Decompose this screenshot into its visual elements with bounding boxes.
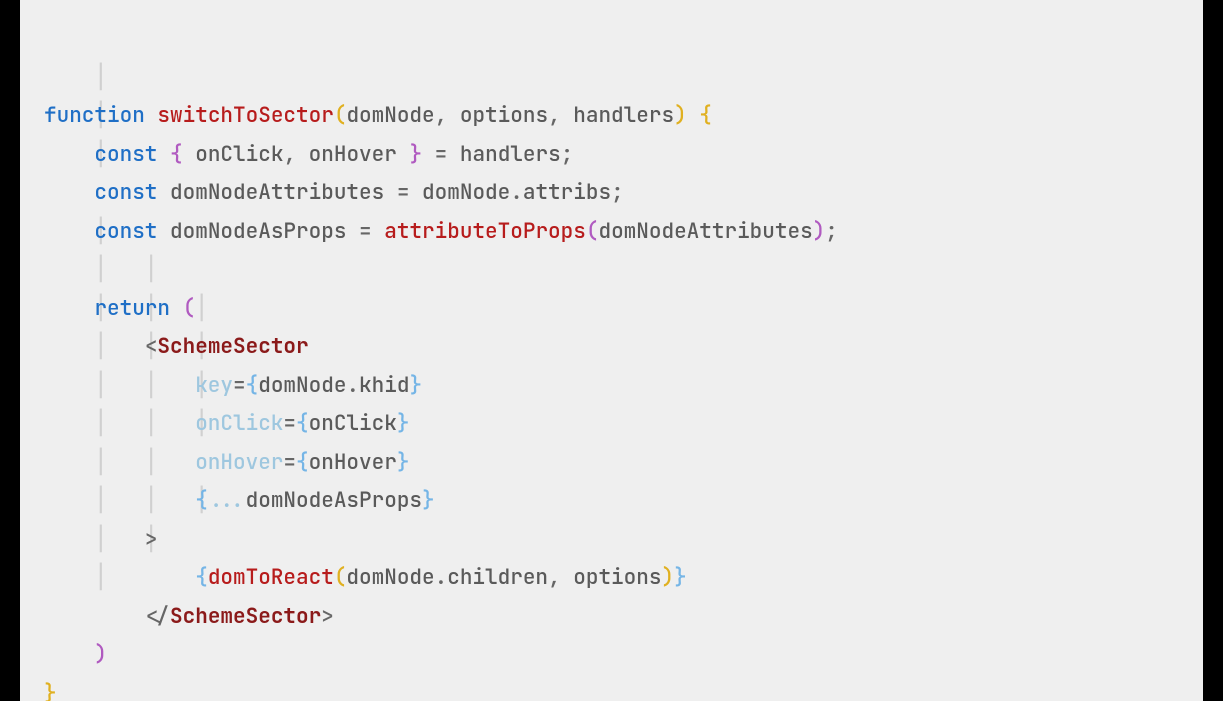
identifier: domNodeAttributes bbox=[170, 179, 384, 206]
keyword-const: const bbox=[94, 179, 157, 206]
brace-close: } bbox=[44, 680, 57, 701]
identifier: domNode bbox=[346, 564, 434, 591]
identifier: onHover bbox=[309, 141, 397, 168]
param: domNode bbox=[346, 102, 434, 129]
function-name: switchToSector bbox=[157, 102, 333, 129]
code-block: function switchToSector(domNode, options… bbox=[44, 97, 1188, 701]
identifier: khid bbox=[359, 372, 409, 399]
identifier: domNode bbox=[422, 179, 510, 206]
identifier: options bbox=[573, 564, 661, 591]
identifier: domNodeAsProps bbox=[246, 487, 422, 514]
brace-open: { bbox=[699, 102, 712, 129]
identifier: attribs bbox=[523, 179, 611, 206]
identifier: domNodeAsProps bbox=[170, 218, 346, 245]
identifier: domNodeAttributes bbox=[598, 218, 812, 245]
param: handlers bbox=[573, 102, 674, 129]
keyword-function: function bbox=[44, 102, 145, 129]
identifier: onHover bbox=[309, 449, 397, 476]
identifier: onClick bbox=[195, 141, 283, 168]
identifier: children bbox=[447, 564, 548, 591]
param: options bbox=[460, 102, 548, 129]
jsx-attr: onHover bbox=[195, 449, 283, 476]
function-call: domToReact bbox=[208, 564, 334, 591]
keyword-return: return bbox=[94, 295, 170, 322]
paren-close: ) bbox=[674, 102, 687, 129]
identifier: handlers bbox=[460, 141, 561, 168]
jsx-attr: onClick bbox=[195, 410, 283, 437]
jsx-tag: SchemeSector bbox=[157, 333, 308, 360]
jsx-attr: key bbox=[195, 372, 233, 399]
keyword-const: const bbox=[94, 141, 157, 168]
identifier: domNode bbox=[258, 372, 346, 399]
code-editor: │ │ │ │ │ │ │ │ │ │ │ │ │ │ │ │ │ │ │ │ … bbox=[20, 0, 1203, 701]
keyword-const: const bbox=[94, 218, 157, 245]
identifier: onClick bbox=[309, 410, 397, 437]
function-call: attributeToProps bbox=[384, 218, 586, 245]
paren-open: ( bbox=[334, 102, 347, 129]
jsx-tag-close: SchemeSector bbox=[170, 603, 321, 630]
